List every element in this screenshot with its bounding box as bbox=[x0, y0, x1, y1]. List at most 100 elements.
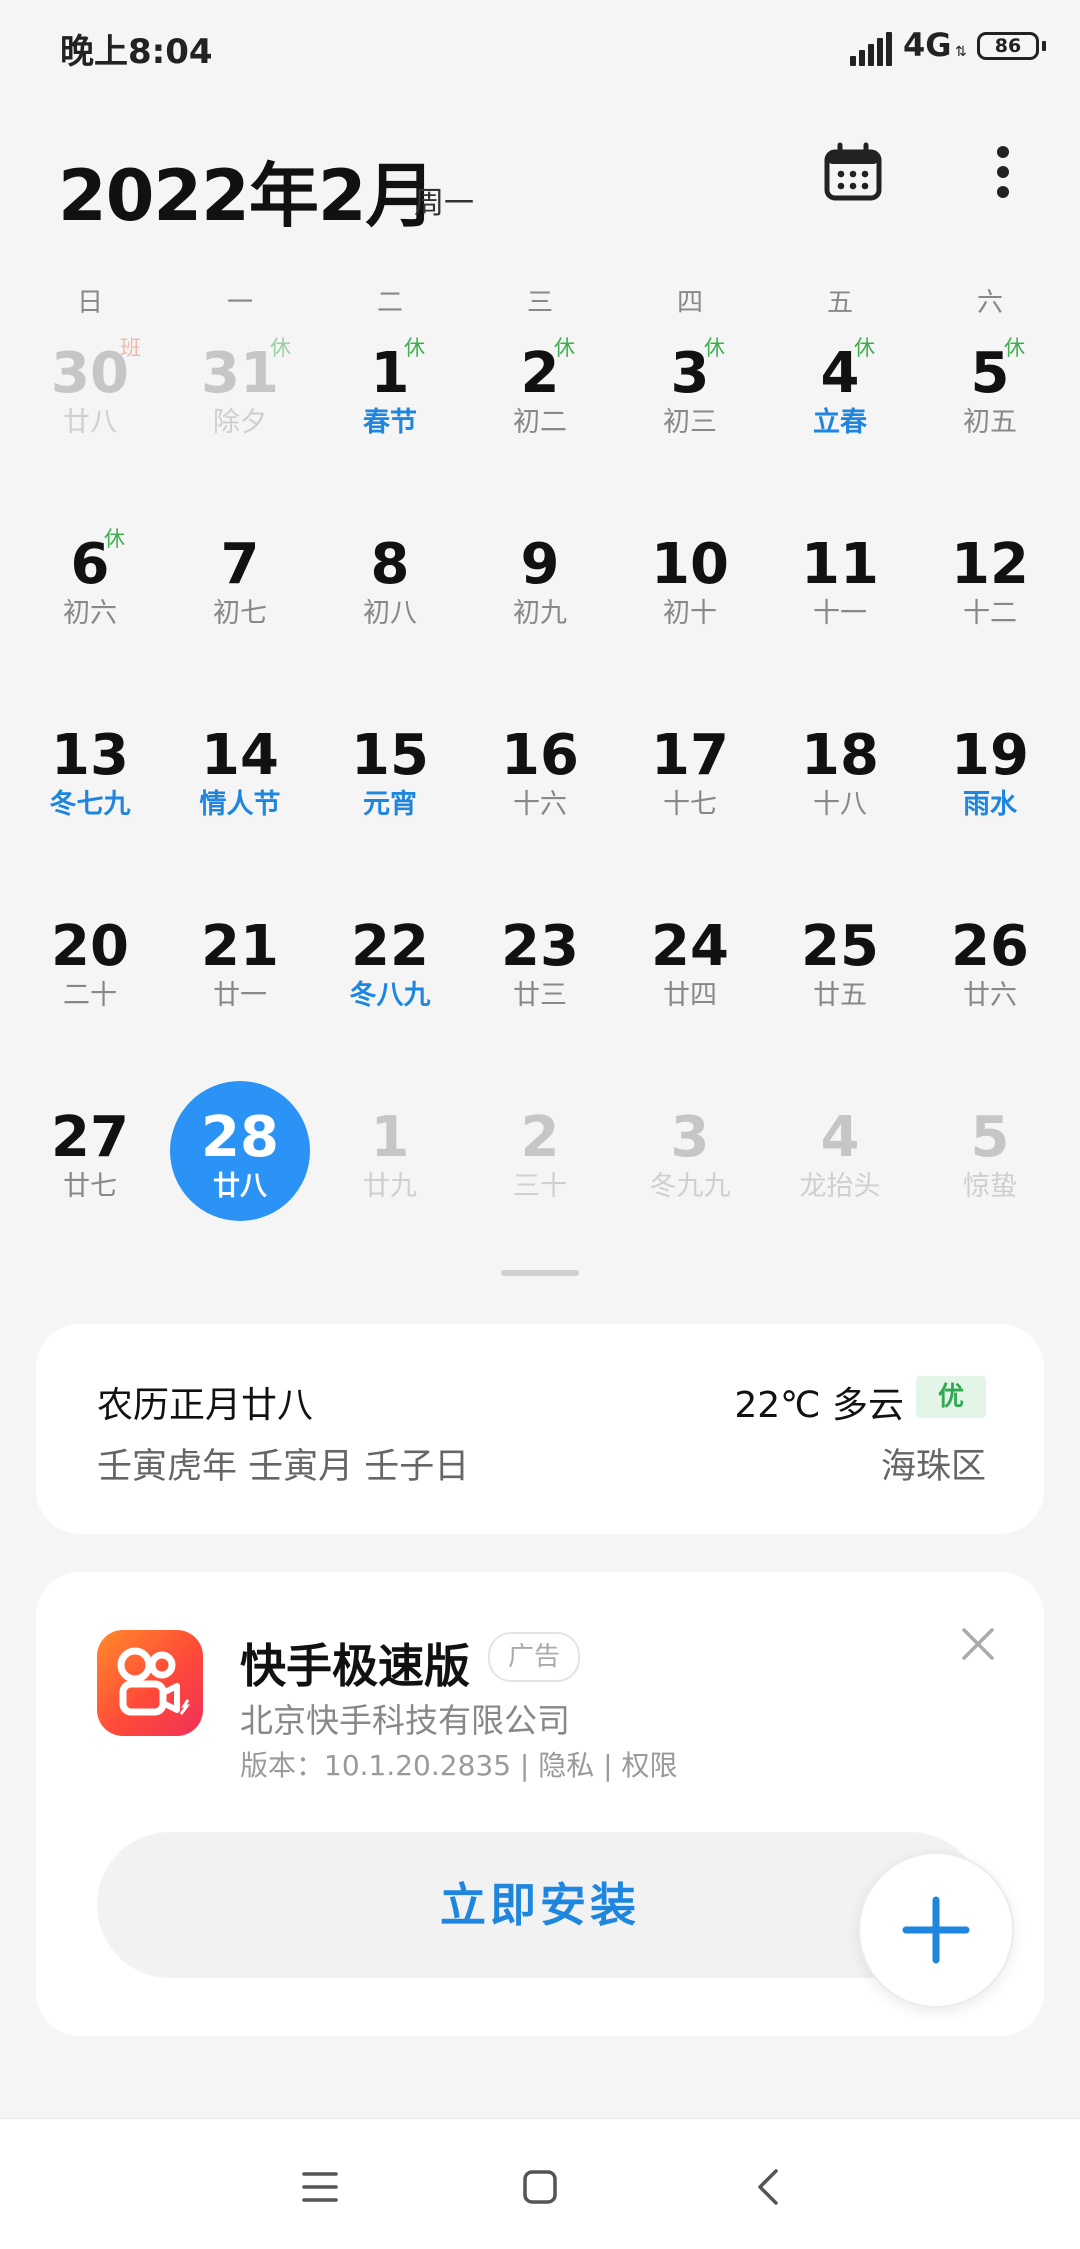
day-number: 1 bbox=[370, 1105, 410, 1170]
calendar-day[interactable]: 4 立春 休 bbox=[765, 336, 915, 486]
calendar-day[interactable]: 18 十八 bbox=[765, 718, 915, 868]
calendar-day[interactable]: 25 廿五 bbox=[765, 909, 915, 1059]
lunar-or-festival-label: 初七 bbox=[213, 598, 267, 629]
lunar-or-festival-label: 初九 bbox=[513, 598, 567, 629]
lunar-or-festival-label: 冬八九 bbox=[349, 980, 431, 1011]
lunar-or-festival-label: 冬九九 bbox=[649, 1171, 731, 1202]
day-number: 19 bbox=[951, 723, 1029, 788]
weekday-label: 日 bbox=[76, 288, 103, 318]
calendar-day[interactable]: 31 除夕 休 bbox=[165, 336, 315, 486]
workday-tag: 班 bbox=[120, 336, 141, 360]
day-number: 12 bbox=[951, 532, 1029, 597]
kuaishou-app-icon[interactable] bbox=[97, 1630, 203, 1736]
add-event-button[interactable] bbox=[858, 1852, 1014, 2008]
day-number: 13 bbox=[51, 723, 129, 788]
day-info-card[interactable]: 农历正月廿八 壬寅虎年 壬寅月 壬子日 22℃ 多云 优 海珠区 bbox=[36, 1324, 1044, 1534]
install-button[interactable]: 立即安装 bbox=[97, 1832, 983, 1978]
calendar-day[interactable]: 5 惊蛰 bbox=[915, 1100, 1065, 1250]
lunar-or-festival-label: 廿八 bbox=[213, 1171, 267, 1202]
status-bar: 晚上8:04 4G ⇅ 86 bbox=[0, 0, 1080, 100]
calendar-day[interactable]: 24 廿四 bbox=[615, 909, 765, 1059]
calendar-day[interactable]: 7 初七 bbox=[165, 527, 315, 677]
calendar-day[interactable]: 30 廿八 班 bbox=[15, 336, 165, 486]
more-vert-icon[interactable] bbox=[978, 140, 1028, 204]
calendar-day[interactable]: 3 初三 休 bbox=[615, 336, 765, 486]
calendar-day[interactable]: 27 廿七 bbox=[15, 1100, 165, 1250]
signal-icon bbox=[850, 30, 892, 66]
weather-summary: 22℃ 多云 bbox=[734, 1385, 904, 1426]
day-number: 4 bbox=[820, 1105, 860, 1170]
current-weekday: 周一 bbox=[414, 186, 474, 221]
lunar-or-festival-label: 情人节 bbox=[199, 789, 281, 820]
weekday-label: 三 bbox=[526, 288, 553, 318]
calendar-day[interactable]: 12 十二 bbox=[915, 527, 1065, 677]
lunar-or-festival-label: 立春 bbox=[813, 407, 867, 438]
day-number: 25 bbox=[801, 914, 879, 979]
calendar-day[interactable]: 21 廿一 bbox=[165, 909, 315, 1059]
day-number: 18 bbox=[801, 723, 879, 788]
holiday-tag: 休 bbox=[404, 336, 425, 360]
battery-icon: 86 bbox=[977, 32, 1039, 60]
weekday-label: 六 bbox=[976, 288, 1003, 318]
day-number: 15 bbox=[351, 723, 429, 788]
calendar-day[interactable]: 23 廿三 bbox=[465, 909, 615, 1059]
lunar-or-festival-label: 三十 bbox=[513, 1171, 567, 1202]
network-type: 4G bbox=[903, 26, 952, 64]
calendar-day[interactable]: 11 十一 bbox=[765, 527, 915, 677]
status-time: 晚上8:04 bbox=[60, 32, 213, 72]
drag-handle[interactable] bbox=[501, 1270, 579, 1276]
calendar-day-selected[interactable]: 28 廿八 bbox=[165, 1081, 315, 1250]
lunar-date: 农历正月廿八 bbox=[97, 1385, 314, 1426]
calendar-day[interactable]: 26 廿六 bbox=[915, 909, 1065, 1059]
calendar-day[interactable]: 2 三十 bbox=[465, 1100, 615, 1250]
calendar-day[interactable]: 15 元宵 bbox=[315, 718, 465, 868]
day-number: 30 bbox=[51, 341, 129, 406]
menu-icon[interactable] bbox=[280, 2147, 360, 2227]
lunar-or-festival-label: 初三 bbox=[663, 407, 717, 438]
calendar-day[interactable]: 3 冬九九 bbox=[615, 1100, 765, 1250]
ganzhi-date: 壬寅虎年 壬寅月 壬子日 bbox=[97, 1447, 470, 1487]
lunar-or-festival-label: 廿一 bbox=[213, 980, 267, 1011]
developer-name: 北京快手科技有限公司 bbox=[240, 1701, 570, 1740]
lunar-or-festival-label: 冬七九 bbox=[49, 789, 131, 820]
calendar-icon[interactable] bbox=[822, 142, 884, 204]
calendar-day[interactable]: 14 情人节 bbox=[165, 718, 315, 868]
app-name: 快手极速版 bbox=[240, 1639, 470, 1693]
day-number: 6 bbox=[70, 532, 110, 597]
day-number: 2 bbox=[520, 1105, 560, 1170]
calendar-day[interactable]: 2 初二 休 bbox=[465, 336, 615, 486]
calendar-day[interactable]: 8 初八 bbox=[315, 527, 465, 677]
calendar-day[interactable]: 5 初五 休 bbox=[915, 336, 1065, 486]
home-icon[interactable] bbox=[500, 2147, 580, 2227]
close-icon[interactable] bbox=[956, 1622, 1000, 1666]
lunar-or-festival-label: 十一 bbox=[813, 598, 867, 629]
calendar-day[interactable]: 6 初六 休 bbox=[15, 527, 165, 677]
day-number: 24 bbox=[651, 914, 729, 979]
calendar-day[interactable]: 19 雨水 bbox=[915, 718, 1065, 868]
day-number: 27 bbox=[51, 1105, 129, 1170]
calendar-day[interactable]: 1 廿九 bbox=[315, 1100, 465, 1250]
calendar-day[interactable]: 22 冬八九 bbox=[315, 909, 465, 1059]
day-number: 5 bbox=[970, 341, 1010, 406]
day-number: 3 bbox=[670, 341, 710, 406]
calendar-day[interactable]: 17 十七 bbox=[615, 718, 765, 868]
back-icon[interactable] bbox=[730, 2147, 810, 2227]
calendar-day[interactable]: 16 十六 bbox=[465, 718, 615, 868]
month-title[interactable]: 2022年2月 bbox=[58, 140, 436, 241]
lunar-or-festival-label: 初六 bbox=[63, 598, 117, 629]
day-number: 28 bbox=[201, 1105, 279, 1170]
day-number: 11 bbox=[801, 532, 879, 597]
calendar-day[interactable]: 4 龙抬头 bbox=[765, 1100, 915, 1250]
calendar-day[interactable]: 20 二十 bbox=[15, 909, 165, 1059]
calendar-day[interactable]: 10 初十 bbox=[615, 527, 765, 677]
day-number: 8 bbox=[370, 532, 410, 597]
version-privacy-links[interactable]: 版本：10.1.20.2835 | 隐私 | 权限 bbox=[240, 1744, 678, 1784]
lunar-or-festival-label: 廿七 bbox=[63, 1171, 117, 1202]
weekday-header: 日 一 二 三 四 五 六 bbox=[0, 282, 1080, 322]
weekday-label: 二 bbox=[376, 288, 403, 318]
calendar-day[interactable]: 13 冬七九 bbox=[15, 718, 165, 868]
day-number: 1 bbox=[370, 341, 410, 406]
calendar-day[interactable]: 1 春节 休 bbox=[315, 336, 465, 486]
calendar-day[interactable]: 9 初九 bbox=[465, 527, 615, 677]
lunar-or-festival-label: 廿五 bbox=[813, 980, 867, 1011]
